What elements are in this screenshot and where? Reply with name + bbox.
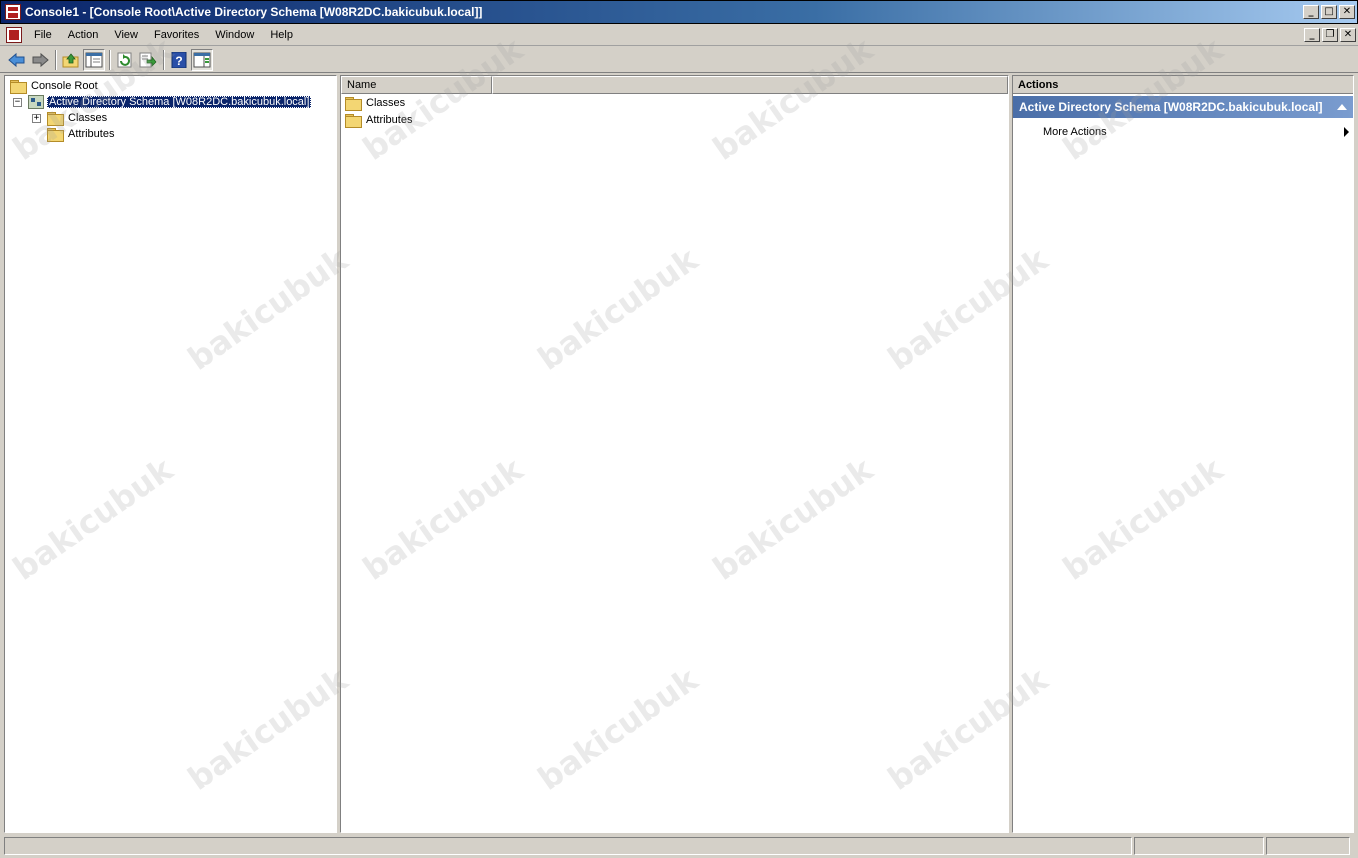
menu-view[interactable]: View [106,25,146,45]
back-button[interactable] [6,49,28,71]
folder-icon [47,112,64,126]
list-header: Name [341,76,1008,94]
up-one-level-button[interactable] [60,49,82,71]
actions-header: Actions [1013,76,1353,94]
tree-node-attributes[interactable]: Attributes [47,126,114,142]
child-restore-button[interactable]: ❐ [1322,28,1338,42]
toolbar-separator [163,49,165,70]
mmc-app-icon[interactable] [5,4,21,20]
window-title-bar[interactable]: Console1 - [Console Root\Active Director… [0,0,1358,24]
toolbar-separator [109,49,111,70]
status-cell-3 [1266,837,1350,855]
schema-snapin-icon [28,95,44,109]
column-header-empty[interactable] [492,76,1008,94]
menu-help[interactable]: Help [262,25,301,45]
tree-node-label: Classes [68,112,108,124]
back-arrow-icon [8,52,25,67]
folder-icon [345,114,362,128]
folder-icon [10,80,27,94]
show-hide-action-pane-icon [193,52,211,67]
forward-button[interactable] [29,49,51,71]
menu-favorites[interactable]: Favorites [146,25,207,45]
forward-arrow-icon [32,52,49,67]
actions-section-header[interactable]: Active Directory Schema [W08R2DC.bakicub… [1013,96,1353,118]
tree-node-label: Attributes [68,128,115,140]
child-window-controls: _ ❐ ✕ [1304,28,1356,42]
menu-file[interactable]: File [26,25,60,45]
menu-action[interactable]: Action [60,25,107,45]
help-button[interactable]: ? [168,49,190,71]
export-list-button[interactable] [137,49,159,71]
minimize-button[interactable]: _ [1303,5,1319,19]
up-folder-icon [62,52,79,67]
expand-expander[interactable]: + [32,113,41,123]
console-menu-icon[interactable] [6,26,22,43]
show-hide-action-pane-button[interactable] [191,48,213,71]
tree-node-console-root[interactable]: Console Root [10,78,98,94]
tree-node-label-selected: Active Directory Schema [W08R2DC.bakicub… [47,96,312,108]
status-cell-2 [1134,837,1264,855]
toolbar-separator [55,49,57,70]
column-header-name[interactable]: Name [341,76,492,94]
window-controls: _ □ ✕ [1303,5,1355,19]
list-item-attributes[interactable]: Attributes [345,112,412,128]
submenu-arrow-icon [1344,127,1349,137]
results-pane[interactable]: Name Classes Attributes [340,75,1009,833]
list-item-classes[interactable]: Classes [345,95,405,111]
maximize-button[interactable]: □ [1321,5,1337,19]
help-icon: ? [171,51,187,68]
actions-pane[interactable]: Actions Active Directory Schema [W08R2DC… [1012,75,1354,833]
tree-node-classes[interactable]: + Classes [32,110,107,126]
menu-window[interactable]: Window [207,25,262,45]
folder-icon [47,128,64,142]
status-bar [0,835,1358,858]
actions-section-title: Active Directory Schema [W08R2DC.bakicub… [1019,100,1323,114]
collapse-expander[interactable]: − [13,97,22,107]
collapse-up-icon[interactable] [1337,104,1347,110]
folder-icon [345,97,362,111]
export-list-icon [139,52,157,67]
child-close-button[interactable]: ✕ [1340,28,1356,42]
status-cell-main [4,837,1132,855]
menu-bar: File Action View Favorites Window Help _… [0,24,1358,46]
action-more-actions[interactable]: More Actions [1043,124,1351,140]
tree-node-label: Console Root [31,80,98,92]
tree-node-active-directory-schema[interactable]: − Active Directory Schema [W08R2DC.bakic… [13,94,312,110]
svg-text:?: ? [175,54,182,68]
list-item-label: Classes [366,97,406,109]
show-hide-console-tree-button[interactable] [83,48,105,71]
refresh-button[interactable] [114,49,136,71]
child-minimize-button[interactable]: _ [1304,28,1320,42]
show-hide-tree-icon [85,52,103,67]
list-item-label: Attributes [366,114,413,126]
action-label: More Actions [1043,126,1107,138]
console-tree-pane[interactable]: Console Root − Active Directory Schema [… [4,75,337,833]
toolbar: ? [0,47,1358,73]
refresh-icon [117,52,132,67]
close-button[interactable]: ✕ [1339,5,1355,19]
window-title: Console1 - [Console Root\Active Director… [25,5,483,19]
